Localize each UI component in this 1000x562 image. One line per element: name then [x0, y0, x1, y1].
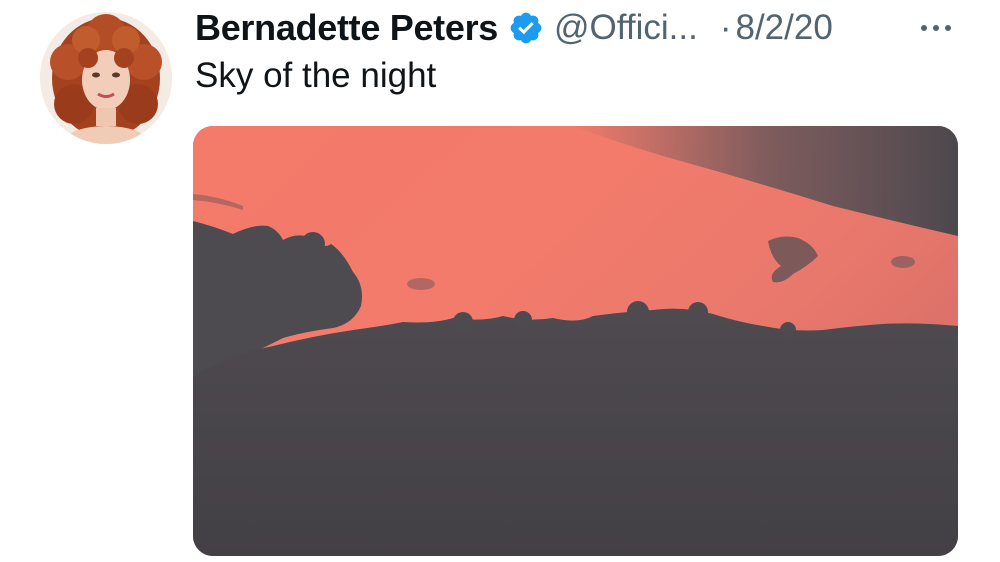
tweet[interactable]: Bernadette Peters @Offici... · 8/2/20 Sk… — [0, 0, 1000, 562]
separator-dot: · — [719, 8, 732, 47]
tweet-header: Bernadette Peters @Offici... · 8/2/20 — [195, 4, 975, 52]
avatar[interactable] — [40, 12, 172, 144]
author-display-name[interactable]: Bernadette Peters — [195, 7, 498, 49]
tweet-media-photo[interactable] — [193, 126, 958, 556]
sunset-sky-photo — [193, 126, 958, 556]
tweet-date[interactable]: 8/2/20 — [735, 8, 832, 48]
verified-badge-icon — [508, 10, 544, 46]
more-horizontal-icon[interactable] — [916, 18, 956, 38]
tweet-text: Sky of the night — [195, 56, 437, 95]
profile-photo — [40, 12, 172, 144]
author-handle[interactable]: @Offici... — [554, 8, 698, 48]
